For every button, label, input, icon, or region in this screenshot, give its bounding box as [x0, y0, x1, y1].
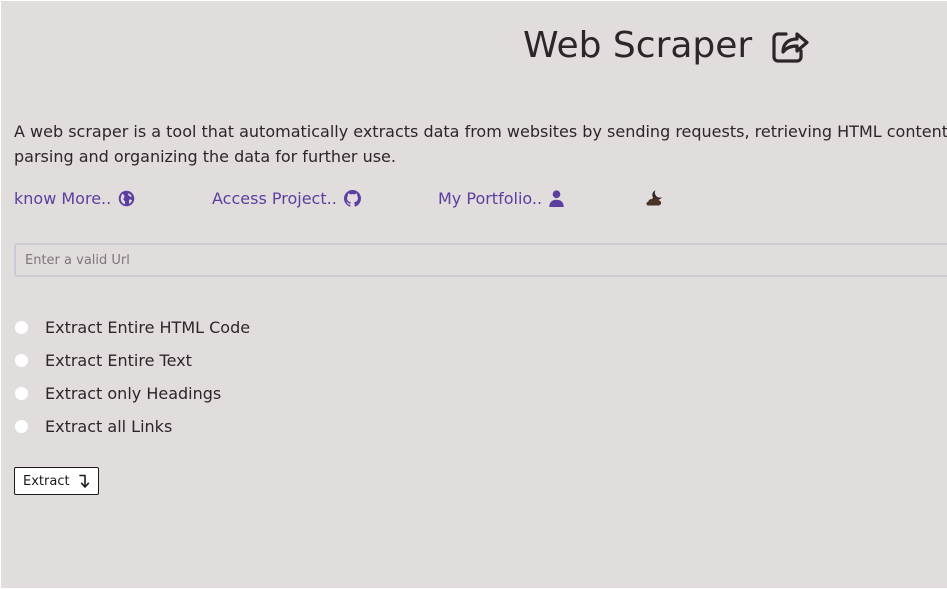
access-project-label: Access Project.. — [212, 188, 337, 208]
radio-links[interactable] — [15, 420, 28, 433]
arrow-down-turn-icon — [78, 474, 90, 489]
know-more-link[interactable]: know More.. — [14, 185, 135, 211]
my-portfolio-link[interactable]: My Portfolio.. — [438, 185, 564, 211]
page: Web Scraper A web scraper is a tool that… — [1, 1, 947, 588]
share-square-icon[interactable] — [770, 25, 810, 65]
extract-button[interactable]: Extract — [14, 467, 99, 495]
user-icon — [549, 189, 564, 207]
radio-text[interactable] — [15, 354, 28, 367]
option-links[interactable]: Extract all Links — [15, 410, 250, 443]
option-html-label: Extract Entire HTML Code — [45, 318, 251, 337]
github-icon — [343, 189, 361, 207]
option-text-label: Extract Entire Text — [45, 351, 192, 370]
option-headings[interactable]: Extract only Headings — [15, 377, 250, 410]
url-input[interactable] — [14, 243, 947, 277]
link-row: know More.. Access Project.. My Portfoli… — [14, 185, 947, 211]
radio-headings[interactable] — [15, 387, 28, 400]
theme-toggle-button[interactable] — [645, 187, 667, 209]
access-project-link[interactable]: Access Project.. — [212, 185, 361, 211]
option-text[interactable]: Extract Entire Text — [15, 344, 250, 377]
option-headings-label: Extract only Headings — [45, 384, 222, 403]
cloud-moon-icon — [646, 190, 662, 206]
description: A web scraper is a tool that automatical… — [14, 122, 947, 166]
page-title: Web Scraper — [523, 24, 753, 66]
globe-icon — [118, 190, 135, 206]
header: Web Scraper — [523, 21, 810, 69]
extract-button-label: Extract — [23, 473, 70, 489]
my-portfolio-label: My Portfolio.. — [438, 188, 543, 208]
option-links-label: Extract all Links — [45, 417, 173, 436]
extract-options: Extract Entire HTML Code Extract Entire … — [15, 311, 250, 443]
option-html[interactable]: Extract Entire HTML Code — [15, 311, 250, 344]
know-more-label: know More.. — [14, 188, 112, 208]
radio-html[interactable] — [15, 321, 28, 334]
